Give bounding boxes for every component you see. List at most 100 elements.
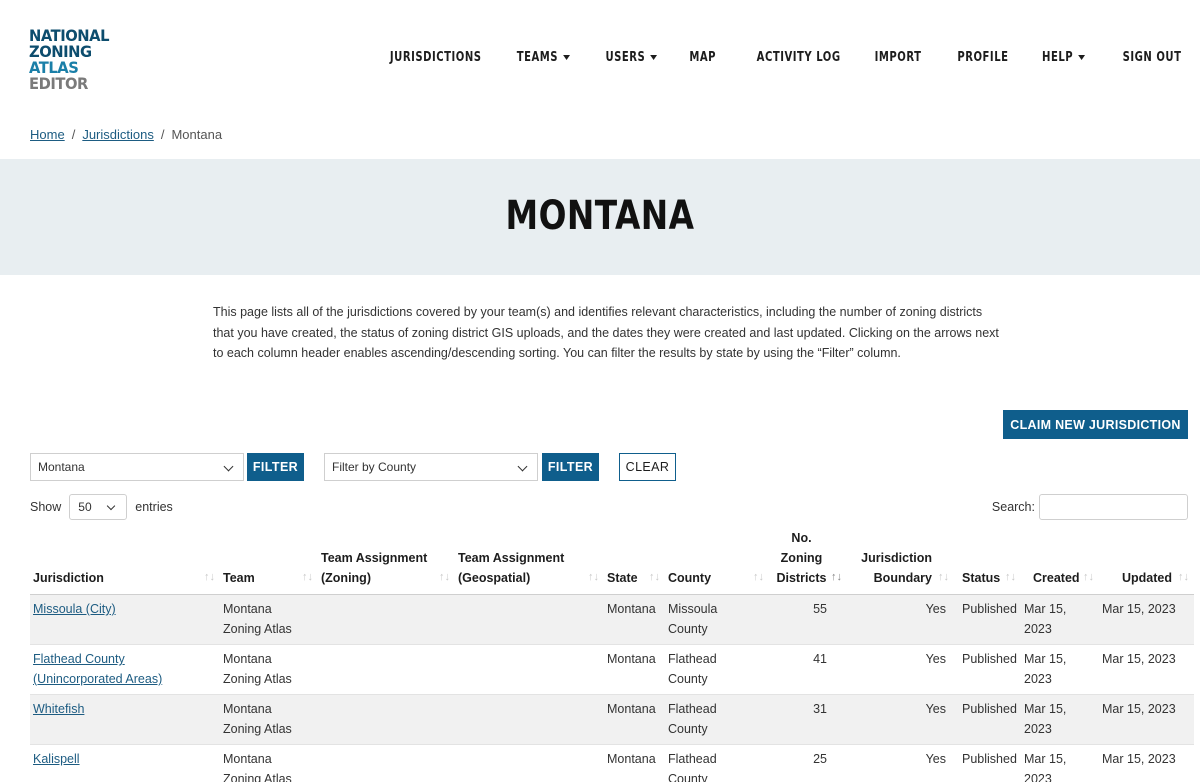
col-team-assignment-zoning-label-2: (Zoning): [321, 571, 371, 585]
county-cell-line-1: Missoula: [668, 602, 718, 616]
search-input[interactable]: [1039, 494, 1188, 520]
jurisdiction-link[interactable]: Whitefish: [33, 702, 84, 716]
county-cell-line-2: County: [668, 622, 708, 636]
entries-label: entries: [135, 500, 173, 514]
zoning-districts-cell: 55: [769, 594, 847, 645]
updated-cell: Mar 15, 2023: [1099, 594, 1194, 645]
table-search: Search:: [992, 494, 1188, 520]
team-assignment-zoning-cell: [318, 644, 455, 695]
boundary-cell: Yes: [847, 744, 954, 782]
state-cell: Montana: [604, 594, 665, 645]
table-row: Missoula (City) Montana Zoning Atlas Mont…: [30, 594, 1194, 645]
claim-new-jurisdiction-button[interactable]: CLAIM NEW JURISDICTION: [1003, 410, 1188, 439]
zoning-districts-cell: 25: [769, 744, 847, 782]
nav-map[interactable]: MAP: [689, 50, 716, 65]
breadcrumb-separator: /: [160, 127, 165, 142]
col-jurisdiction-boundary-label-1: Jurisdiction: [861, 551, 932, 565]
col-team-assignment-geospatial-label-2: (Geospatial): [458, 571, 531, 585]
state-cell: Montana: [604, 644, 665, 695]
sort-icon: ↑↓: [204, 571, 215, 583]
nav-import[interactable]: IMPORT: [875, 50, 922, 65]
intro-text: This page lists all of the jurisdictions…: [213, 305, 999, 360]
county-cell-line-1: Flathead: [668, 752, 717, 766]
table-row: Whitefish Montana Zoning Atlas Montana Fl…: [30, 694, 1194, 745]
col-team-assignment-geospatial-label-1: Team Assignment: [458, 551, 565, 565]
nav-import-label: IMPORT: [874, 50, 922, 65]
nav-sign-out[interactable]: SIGN OUT: [1122, 50, 1181, 65]
county-cell-line-2: County: [668, 672, 708, 686]
county-cell-line-2: County: [668, 722, 708, 736]
team-cell-line-2: Zoning Atlas: [223, 672, 292, 686]
team-cell-line-1: Montana: [223, 602, 272, 616]
breadcrumb-current: Montana: [171, 127, 223, 142]
status-cell: Published: [954, 694, 1021, 745]
nav-map-label: MAP: [688, 50, 716, 65]
col-created[interactable]: Created ↑↓: [1021, 528, 1099, 595]
sort-icon: ↑↓: [938, 571, 949, 583]
sort-icon: ↑↓: [1005, 571, 1016, 583]
col-zoning-districts-label-3: Districts: [776, 571, 827, 585]
clear-filters-button[interactable]: CLEAR: [619, 453, 676, 481]
team-assignment-geospatial-cell: [455, 594, 604, 645]
search-label: Search:: [991, 500, 1035, 514]
breadcrumb-jurisdictions-link[interactable]: Jurisdictions: [82, 127, 154, 142]
jurisdictions-table: Jurisdiction ↑↓ Team ↑↓ Team Assignment (Zo…: [30, 528, 1194, 782]
col-updated-label: Updated: [1122, 571, 1172, 585]
sort-icon: ↑↓: [1178, 571, 1189, 583]
nav-jurisdictions[interactable]: JURISDICTIONS: [390, 50, 482, 65]
nav-sign-out-label: SIGN OUT: [1122, 50, 1181, 65]
col-zoning-districts-label-2: Zoning: [780, 551, 823, 565]
boundary-cell: Yes: [847, 694, 954, 745]
team-assignment-zoning-cell: [318, 744, 455, 782]
state-filter-select[interactable]: Montana: [30, 453, 244, 481]
main-nav: JURISDICTIONS TEAMS USERS MAP ACTIVITY L…: [348, 50, 1181, 65]
updated-cell: Mar 15, 2023: [1099, 744, 1194, 782]
col-team-assignment-zoning[interactable]: Team Assignment (Zoning) ↑↓: [318, 528, 455, 595]
col-created-label: Created: [1033, 571, 1080, 585]
jurisdiction-link[interactable]: Flathead County (Unincorporated Areas): [33, 652, 162, 686]
nav-help[interactable]: HELP: [1042, 50, 1086, 65]
zoning-districts-cell: 31: [769, 694, 847, 745]
team-assignment-geospatial-cell: [455, 644, 604, 695]
page-title: MONTANA: [505, 193, 695, 239]
col-team-assignment-geospatial[interactable]: Team Assignment (Geospatial) ↑↓: [455, 528, 604, 595]
chevron-down-icon: [223, 461, 234, 472]
col-state-label: State: [607, 571, 638, 585]
col-jurisdiction-boundary[interactable]: Jurisdiction Boundary ↑↓: [847, 528, 954, 595]
county-filter-button[interactable]: FILTER: [542, 453, 599, 481]
county-filter-select[interactable]: Filter by County: [324, 453, 538, 481]
col-county-label: County: [668, 571, 712, 585]
sort-descending-icon: ↑↓: [831, 571, 842, 583]
nav-activity-log[interactable]: ACTIVITY LOG: [756, 50, 840, 65]
show-entries-control: Show 50 entries: [30, 494, 173, 520]
col-zoning-districts-label-1: No.: [791, 531, 812, 545]
jurisdiction-link[interactable]: Kalispell: [33, 752, 80, 766]
chevron-down-icon: [107, 501, 116, 511]
page-banner: MONTANA: [0, 159, 1200, 275]
sort-icon: ↑↓: [649, 571, 660, 583]
team-cell-line-2: Zoning Atlas: [223, 622, 292, 636]
col-status[interactable]: Status ↑↓: [954, 528, 1021, 595]
nav-users[interactable]: USERS: [606, 50, 658, 65]
col-county[interactable]: County ↑↓: [665, 528, 769, 595]
col-state[interactable]: State ↑↓: [604, 528, 665, 595]
breadcrumb-home-link[interactable]: Home: [30, 127, 65, 142]
entries-per-page-select[interactable]: 50: [69, 494, 128, 520]
breadcrumb: Home / Jurisdictions / Montana: [30, 127, 222, 142]
nav-profile[interactable]: PROFILE: [957, 50, 1008, 65]
jurisdiction-link-line-2: (Unincorporated Areas): [33, 672, 163, 686]
site-logo[interactable]: NATIONAL ZONING ATLAS EDITOR: [29, 28, 109, 92]
col-zoning-districts[interactable]: No. Zoning Districts ↑↓: [769, 528, 847, 595]
caret-down-icon: [1078, 55, 1086, 60]
jurisdiction-link[interactable]: Missoula (City): [33, 602, 116, 616]
col-jurisdiction[interactable]: Jurisdiction ↑↓: [30, 528, 220, 595]
county-filter-placeholder: Filter by County: [332, 460, 417, 474]
col-updated[interactable]: Updated ↑↓: [1099, 528, 1194, 595]
col-team[interactable]: Team ↑↓: [220, 528, 318, 595]
col-status-label: Status: [962, 571, 1001, 585]
nav-teams[interactable]: TEAMS: [517, 50, 571, 65]
sort-icon: ↑↓: [753, 571, 764, 583]
team-assignment-geospatial-cell: [455, 694, 604, 745]
state-filter-button[interactable]: FILTER: [247, 453, 304, 481]
team-cell-line-1: Montana: [223, 752, 272, 766]
